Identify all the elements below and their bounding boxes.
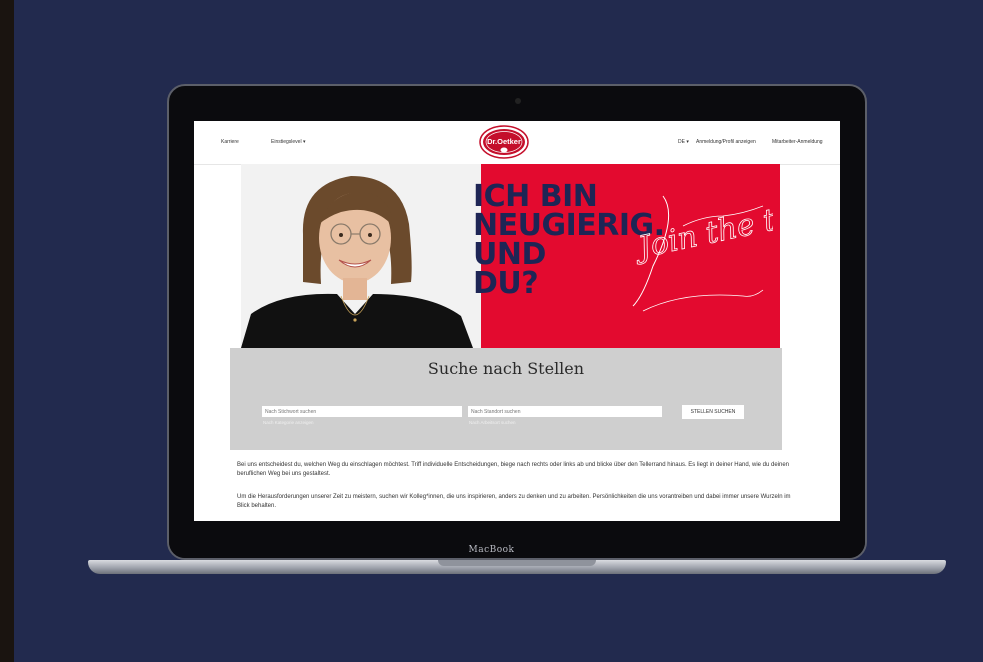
search-title: Suche nach Stellen: [427, 359, 585, 378]
location-search-input[interactable]: [468, 406, 662, 417]
search-jobs-button[interactable]: STELLEN SUCHEN: [682, 405, 744, 419]
intro-paragraph: Bei uns entscheidest du, welchen Weg du …: [237, 462, 790, 477]
hero-banner: ICH BIN NEUGIERIG. UND DU? Join the tast…: [241, 164, 780, 348]
join-the-taste-script: Join the taste.: [629, 187, 773, 312]
nav-link-employee-login[interactable]: Mitarbeiter-Anmeldung: [772, 139, 823, 145]
laptop-opening-notch: [438, 560, 596, 566]
nav-item-karriere[interactable]: Karriere: [221, 139, 239, 145]
laptop-screen: Karriere Einstiegslevel ▾ Dr.Oetker DE ▾…: [194, 121, 840, 521]
chevron-down-icon: ▾: [686, 139, 689, 145]
site-header: Karriere Einstiegslevel ▾ Dr.Oetker DE ▾…: [194, 121, 840, 165]
camera-icon: [515, 98, 521, 104]
script-text: Join the taste.: [630, 187, 773, 267]
logo-text: Dr.Oetker: [487, 137, 521, 146]
hero-portrait-image: [241, 164, 481, 348]
headline-line: DU?: [473, 266, 539, 301]
nav-item-label: Einstiegslevel: [271, 139, 302, 145]
category-link[interactable]: Nach Kategorie anzeigen: [263, 420, 314, 425]
nav-item-einstiegslevel[interactable]: Einstiegslevel ▾: [271, 139, 305, 145]
job-search-panel: Suche nach Stellen Nach Kategorie anzeig…: [230, 348, 782, 450]
keyword-search-input[interactable]: [262, 406, 462, 417]
intro-paragraph: Um die Herausforderungen unserer Zeit zu…: [237, 494, 791, 509]
nav-link-login-profile[interactable]: Anmeldung/Profil anzeigen: [696, 139, 756, 145]
dr-oetker-logo[interactable]: Dr.Oetker: [479, 125, 529, 159]
laptop-brand-label: MacBook: [468, 545, 515, 555]
language-label: DE: [678, 139, 685, 145]
chevron-down-icon: ▾: [302, 139, 306, 145]
location-link[interactable]: Nach Arbeitsort suchen: [469, 420, 516, 425]
language-selector[interactable]: DE ▾: [678, 139, 689, 145]
